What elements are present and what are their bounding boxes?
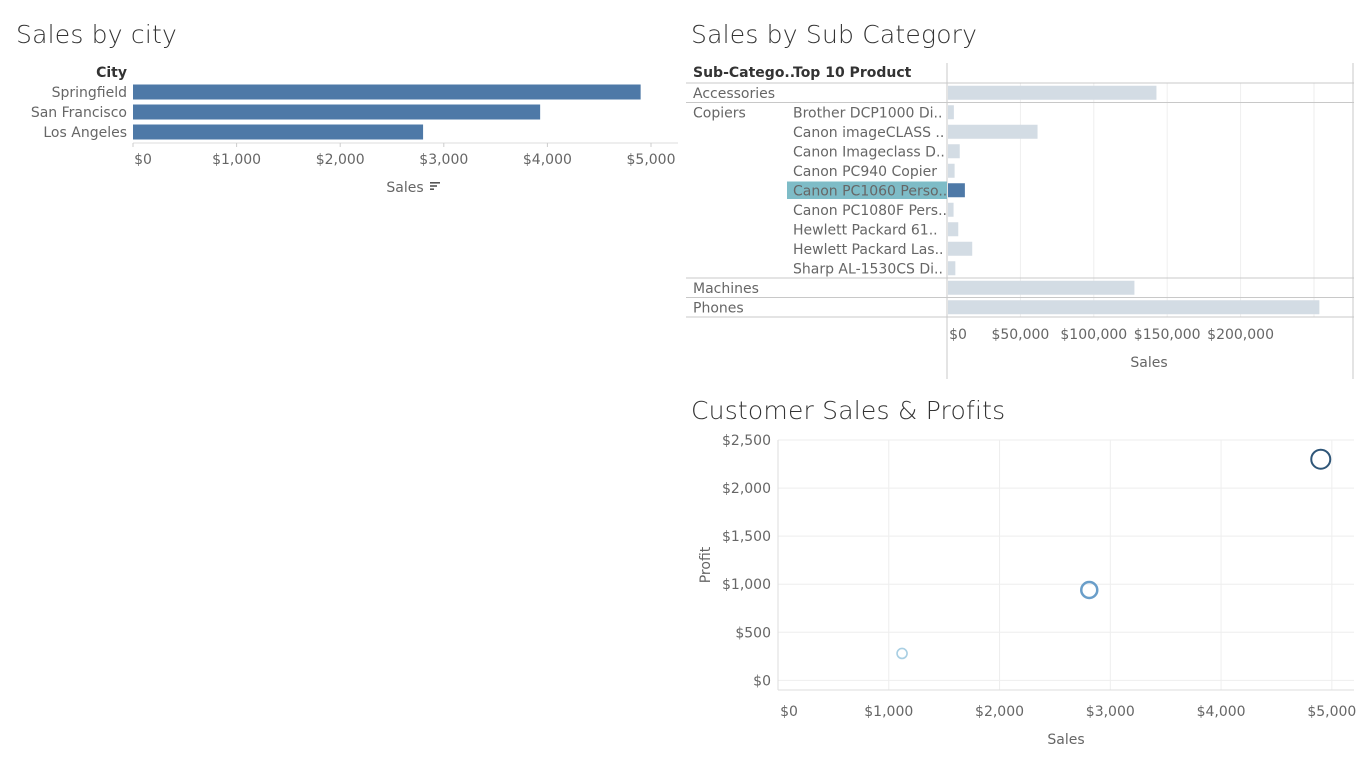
city-label[interactable]: Springfield [52, 85, 127, 101]
product-column-header[interactable]: Top 10 Product [793, 65, 912, 81]
subcat-bar[interactable] [948, 241, 973, 256]
city-axis-title[interactable]: Sales [386, 180, 423, 196]
scatter-y-tick-label: $0 [753, 673, 771, 689]
subcat-bar[interactable] [948, 163, 955, 178]
product-label[interactable]: Canon PC1060 Perso.. [793, 183, 947, 199]
product-label[interactable]: Hewlett Packard 61.. [793, 222, 938, 238]
city-label[interactable]: Los Angeles [43, 125, 127, 141]
subcat-bar[interactable] [948, 280, 1135, 295]
city-bar[interactable] [133, 104, 541, 120]
subcategory-label[interactable]: Phones [693, 300, 744, 316]
sort-icon-bar [430, 182, 440, 184]
subcategory-label[interactable]: Accessories [693, 86, 775, 102]
city-column-header[interactable]: City [96, 65, 127, 81]
product-label[interactable]: Sharp AL-1530CS Di.. [793, 261, 943, 277]
scatter-y-tick-label: $1,500 [722, 529, 771, 545]
city-axis-tick-label: $5,000 [627, 152, 676, 168]
subcat-bar[interactable] [948, 202, 954, 217]
subcategory-label[interactable]: Machines [693, 281, 759, 297]
subcat-bar[interactable] [948, 85, 1157, 100]
product-label[interactable]: Canon PC1080F Pers.. [793, 203, 947, 219]
subcat-bar[interactable] [948, 124, 1038, 139]
subcategory-bar-chart[interactable]: Sub-Catego..Top 10 Product Accessories Cop… [686, 55, 1366, 385]
scatter-y-tick-label: $500 [735, 625, 771, 641]
city-axis-tick-label: $4,000 [523, 152, 572, 168]
subcat-bar[interactable] [948, 261, 956, 276]
subcat-bar[interactable] [948, 105, 954, 120]
scatter-y-axis-title[interactable]: Profit [698, 546, 714, 583]
city-chart-title: Sales by city [16, 20, 177, 49]
subcat-axis-tick-label: $50,000 [991, 327, 1049, 343]
product-label[interactable]: Canon imageCLASS .. [793, 125, 944, 141]
subcat-axis-title[interactable]: Sales [1130, 355, 1167, 371]
scatter-x-axis-title[interactable]: Sales [1047, 732, 1084, 748]
sort-icon-bar [430, 185, 437, 187]
scatter-y-tick-label: $2,000 [722, 481, 771, 497]
city-bar-chart[interactable]: City Springfield San Francisco Los Angeles $… [0, 55, 680, 265]
product-label[interactable]: Brother DCP1000 Di.. [793, 105, 942, 121]
sort-icon-bar [430, 188, 434, 190]
subcat-axis-tick-label: $0 [949, 327, 967, 343]
subcat-bar[interactable] [948, 222, 959, 237]
subcat-bar[interactable] [948, 183, 965, 198]
subcategory-column-header[interactable]: Sub-Catego.. [693, 65, 795, 81]
city-axis-tick-label: $3,000 [419, 152, 468, 168]
customer-scatter-chart[interactable]: $0 $500 $1,000 $1,500 $2,000 $2,500 $0 $1,000 $2… [686, 430, 1366, 760]
scatter-chart-title: Customer Sales & Profits [691, 396, 1006, 425]
city-axis-tick-label: $0 [134, 152, 152, 168]
subcat-chart-title: Sales by Sub Category [691, 20, 978, 49]
city-bar[interactable] [133, 124, 424, 140]
scatter-x-tick-label: $3,000 [1086, 704, 1135, 720]
subcat-bar[interactable] [948, 144, 960, 159]
subcat-bar[interactable] [948, 300, 1320, 315]
product-label[interactable]: Canon Imageclass D.. [793, 144, 945, 160]
subcat-axis-tick-label: $200,000 [1207, 327, 1274, 343]
city-label[interactable]: San Francisco [31, 105, 127, 121]
scatter-x-tick-label: $1,000 [864, 704, 913, 720]
scatter-y-tick-label: $1,000 [722, 577, 771, 593]
subcat-axis-tick-label: $100,000 [1060, 327, 1127, 343]
scatter-x-tick-label: $4,000 [1197, 704, 1246, 720]
scatter-y-tick-label: $2,500 [722, 433, 771, 449]
sort-descending-icon[interactable] [430, 182, 440, 190]
scatter-x-tick-label: $5,000 [1307, 704, 1356, 720]
customer-point[interactable] [896, 647, 908, 660]
subcat-axis-tick-label: $150,000 [1134, 327, 1201, 343]
scatter-x-tick-label: $0 [780, 704, 798, 720]
customer-point[interactable] [1310, 448, 1332, 470]
city-axis-tick-label: $1,000 [212, 152, 261, 168]
city-axis-tick-label: $2,000 [316, 152, 365, 168]
product-label[interactable]: Canon PC940 Copier [793, 164, 937, 180]
city-bar[interactable] [133, 84, 641, 100]
subcategory-label[interactable]: Copiers [693, 105, 746, 121]
product-label[interactable]: Hewlett Packard Las.. [793, 242, 943, 258]
scatter-x-tick-label: $2,000 [975, 704, 1024, 720]
